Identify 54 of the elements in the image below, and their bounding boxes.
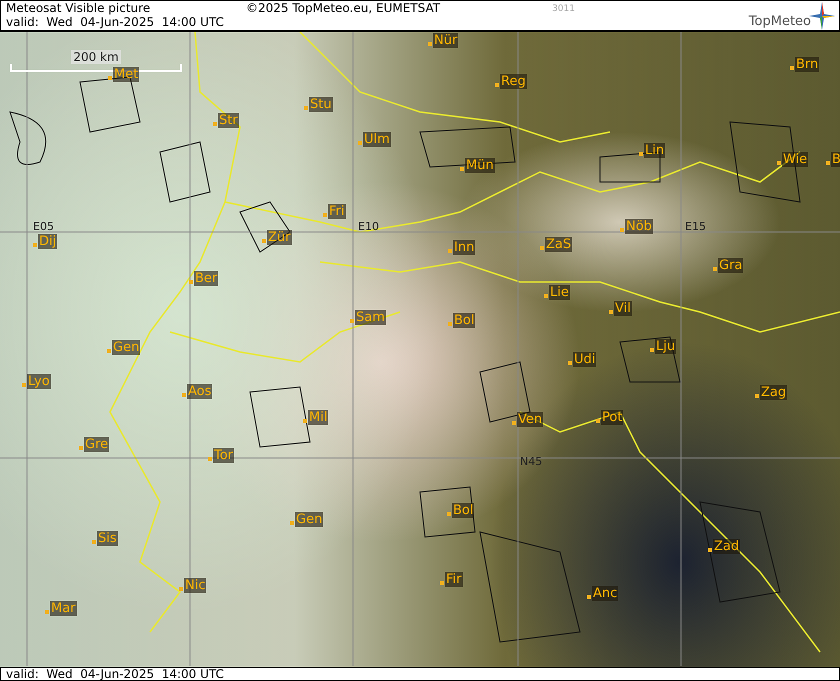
city-label: Lin xyxy=(644,143,666,158)
city-label: Ber xyxy=(194,271,218,286)
city-label: Gen xyxy=(295,512,324,527)
city-label: Met xyxy=(113,67,140,82)
city-label: Gra xyxy=(718,258,744,273)
city-label: ZaS xyxy=(545,237,572,252)
city-label: Zag xyxy=(760,385,788,400)
grid-label: E05 xyxy=(33,220,54,233)
copyright-text: ©2025 TopMeteo.eu, EUMETSAT xyxy=(246,1,440,15)
city-label: Mün xyxy=(465,158,495,173)
city-label: Stu xyxy=(309,97,333,112)
city-label: Nür xyxy=(433,33,458,48)
city-label: Anc xyxy=(592,586,618,601)
city-label: Sam xyxy=(355,310,386,325)
city-label: Udi xyxy=(573,352,596,367)
city-label: Gen xyxy=(112,340,140,355)
city-label: Reg xyxy=(500,74,527,89)
city-label: Nic xyxy=(184,578,206,593)
city-label: B xyxy=(831,152,840,167)
grid-label: N45 xyxy=(520,455,542,468)
grid-label: E15 xyxy=(685,220,706,233)
city-label: Lyo xyxy=(27,374,51,389)
city-label: Mar xyxy=(50,601,77,616)
city-label: Gre xyxy=(84,437,110,452)
city-label: Zür xyxy=(267,230,292,245)
image-code: 3011 xyxy=(552,4,575,14)
logo-text: TopMeteo xyxy=(748,14,811,30)
city-label: Zad xyxy=(713,539,740,554)
city-label: Vil xyxy=(614,301,632,316)
city-label: Bol xyxy=(452,503,474,518)
city-label: Str xyxy=(218,113,239,128)
city-label: Inn xyxy=(453,240,476,255)
city-label: Wie xyxy=(782,152,808,167)
city-label: Pot xyxy=(601,410,624,425)
city-label: Brn xyxy=(795,57,820,72)
picture-title: Meteosat Visible picture xyxy=(6,1,152,15)
city-label: Ven xyxy=(517,412,544,427)
city-label: Aos xyxy=(187,384,212,399)
city-label: Tor xyxy=(213,448,234,463)
city-label: Dij xyxy=(38,234,58,249)
star-logo-icon xyxy=(809,2,835,30)
city-label: Fri xyxy=(328,204,346,219)
city-label: Sis xyxy=(97,531,118,546)
city-label: Ulm xyxy=(363,132,391,147)
city-label: Lie xyxy=(549,285,570,300)
valid-time: valid: Wed 04-Jun-2025 14:00 UTC xyxy=(6,668,224,680)
valid-time: valid: Wed 04-Jun-2025 14:00 UTC xyxy=(6,15,225,29)
city-label: Lju xyxy=(655,339,676,354)
grid-label: E10 xyxy=(358,220,379,233)
city-label: Fir xyxy=(445,572,462,587)
scale-label: 200 km xyxy=(71,50,121,64)
city-label: Nöb xyxy=(625,219,653,234)
city-label: Mil xyxy=(308,410,328,425)
city-label: Bol xyxy=(453,313,476,328)
